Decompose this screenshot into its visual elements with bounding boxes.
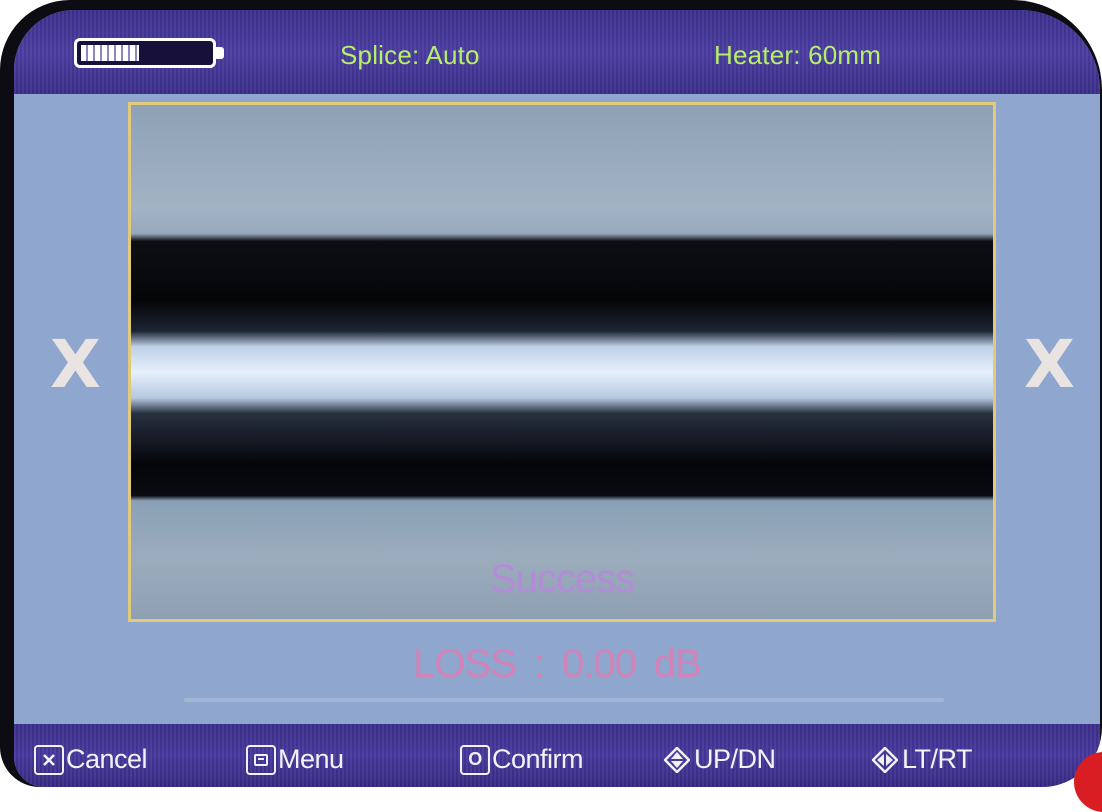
battery-terminal [216,47,224,59]
x-axis-marker-left: X [50,326,101,403]
device-bezel: Splice: Auto Heater: 60mm X X Success LO… [0,0,1102,787]
loss-underline [184,698,944,702]
heater-mode-label: Heater: 60mm [714,40,882,70]
left-right-arrows-icon [871,745,899,774]
confirm-key-icon: O [460,744,490,775]
softkey-bar: Cancel Menu O Confirm UP/DN LT/RT [14,724,1100,787]
splice-mode-label: Splice: Auto [340,40,480,70]
menu-label: Menu [278,744,344,774]
left-right-label: LT/RT [902,744,973,774]
menu-key-icon [246,744,276,775]
battery-level-fill [81,45,139,61]
loss-unit: dB [653,642,702,686]
battery-icon [74,38,226,72]
confirm-button[interactable]: O Confirm [460,744,584,775]
confirm-label: Confirm [492,744,584,774]
splice-result-text: Success [489,557,635,601]
cancel-key-icon [34,744,64,775]
up-down-button[interactable]: UP/DN [663,744,776,775]
loss-separator: : [533,642,545,686]
x-axis-marker-right: X [1024,326,1075,403]
up-down-label: UP/DN [694,744,776,774]
menu-button[interactable]: Menu [246,744,344,775]
battery-body [74,38,216,68]
splicer-screen: Splice: Auto Heater: 60mm X X Success LO… [14,10,1100,787]
status-bar: Splice: Auto Heater: 60mm [14,10,1100,94]
up-down-arrows-icon [663,745,691,774]
loss-value: 0.00 [562,642,637,686]
fiber-camera-view: Success [128,102,996,622]
loss-label: LOSS [413,642,517,686]
cancel-label: Cancel [66,744,148,774]
splice-loss-readout: LOSS:0.00 dB [14,642,1100,687]
left-right-button[interactable]: LT/RT [871,744,973,775]
cancel-button[interactable]: Cancel [34,744,148,775]
